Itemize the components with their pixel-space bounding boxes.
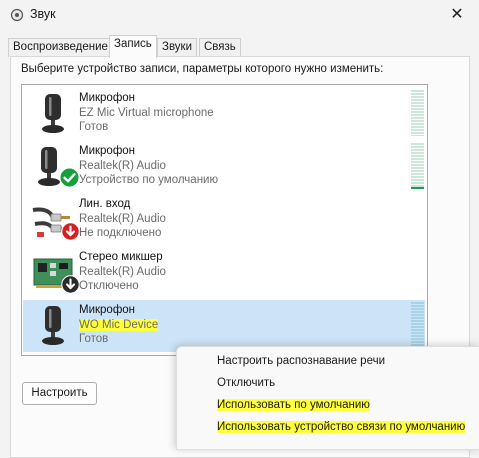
device-name: Микрофон [79, 145, 136, 157]
level-meter [411, 302, 424, 348]
menu-item-disable[interactable]: Отключить [217, 377, 275, 389]
window-title: Звук [30, 7, 56, 21]
level-meter-fill [411, 187, 424, 189]
black-down-arrow-icon [61, 275, 80, 294]
device-description: WO Mic Device [79, 319, 159, 331]
tab-sounds[interactable]: Звуки [157, 38, 198, 57]
device-status: Не подключено [79, 227, 162, 239]
configure-button[interactable]: Настроить [22, 382, 97, 405]
device-item-line-in[interactable]: Лин. вход Realtek(R) Audio Не подключено [23, 194, 425, 246]
device-status: Готов [79, 333, 109, 345]
device-item-stereo-mix[interactable]: Стерео микшер Realtek(R) Audio Отключено [23, 247, 425, 299]
device-name: Лин. вход [79, 198, 131, 210]
device-description: EZ Mic Virtual microphone [79, 107, 214, 119]
instruction-text: Выберите устройство записи, параметры ко… [21, 63, 384, 75]
device-item-ez-mic[interactable]: Микрофон EZ Mic Virtual microphone Готов [23, 88, 425, 140]
red-down-arrow-icon [61, 222, 80, 241]
device-name: Микрофон [79, 92, 136, 104]
tab-communications[interactable]: Связь [199, 38, 241, 57]
menu-item-set-default[interactable]: Использовать по умолчанию [217, 399, 370, 411]
green-check-icon [59, 167, 80, 188]
device-description: Realtek(R) Audio [79, 266, 166, 278]
device-name: Стерео микшер [79, 251, 163, 263]
title-bar: Звук ✕ [0, 0, 479, 30]
device-name: Микрофон [79, 304, 136, 316]
context-menu: Настроить распознавание речи Отключить И… [176, 346, 479, 450]
tab-recording[interactable]: Запись [109, 35, 157, 58]
device-list[interactable]: Микрофон EZ Mic Virtual microphone Готов… [21, 84, 428, 356]
close-button[interactable]: ✕ [447, 5, 467, 25]
tab-playback[interactable]: Воспроизведение [8, 38, 113, 57]
microphone-icon [42, 306, 64, 345]
device-status: Устройство по умолчанию [79, 174, 219, 186]
device-status: Отключено [79, 280, 139, 292]
menu-item-speech-recognition[interactable]: Настроить распознавание речи [217, 355, 385, 367]
menu-item-set-default-communication[interactable]: Использовать устройство связи по умолчан… [217, 421, 466, 433]
level-meter [411, 143, 424, 189]
speaker-icon [10, 8, 24, 22]
microphone-icon [42, 94, 64, 133]
level-meter [411, 90, 424, 136]
device-item-wo-mic[interactable]: Микрофон WO Mic Device Готов [23, 300, 425, 352]
device-description: Realtek(R) Audio [79, 213, 166, 225]
device-item-realtek-mic[interactable]: Микрофон Realtek(R) Audio Устройство по … [23, 141, 425, 193]
device-status: Готов [79, 121, 109, 133]
device-description: Realtek(R) Audio [79, 160, 166, 172]
